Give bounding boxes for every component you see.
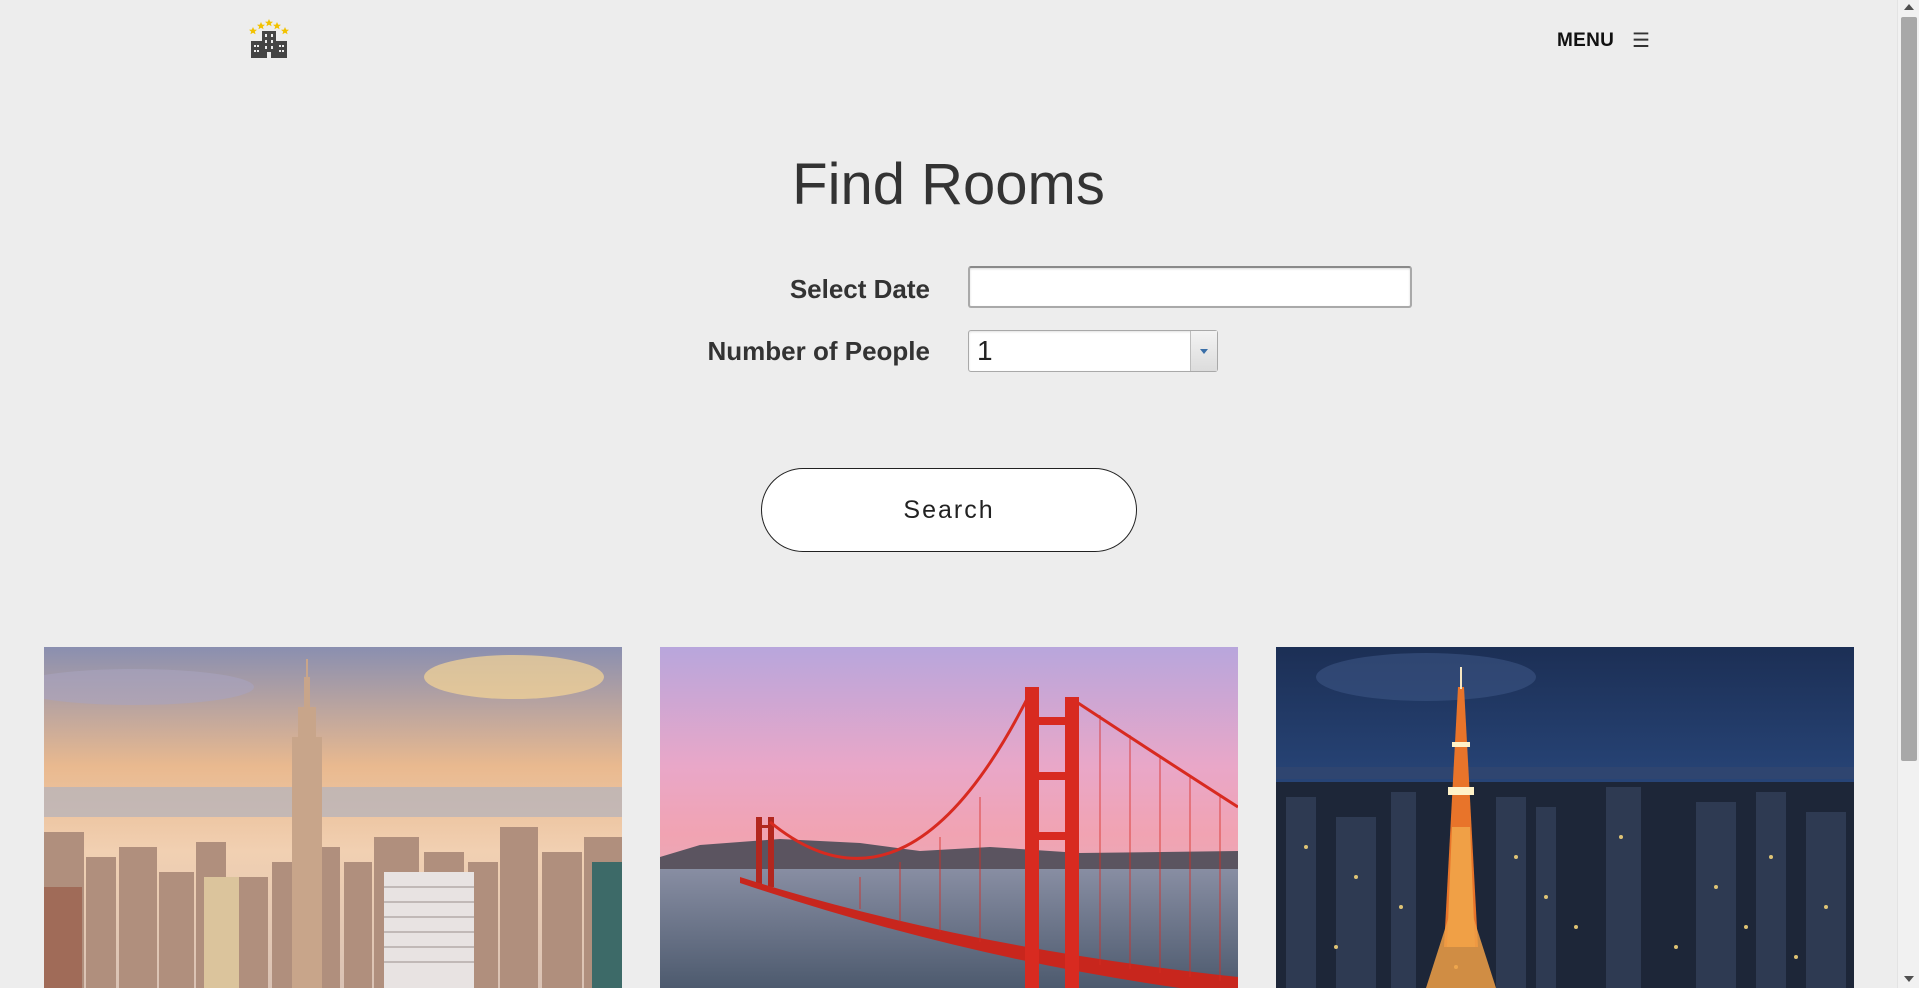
date-input[interactable]: [968, 266, 1412, 308]
destination-card-tokyo[interactable]: [1276, 647, 1854, 988]
new-york-skyline-image: [44, 647, 622, 988]
number-of-people-label: Number of People: [707, 336, 930, 366]
select-date-label: Select Date: [789, 274, 930, 304]
chevron-down-icon: [1200, 348, 1208, 354]
scroll-down-arrow-icon[interactable]: [1904, 976, 1914, 982]
destination-card-new-york[interactable]: [44, 647, 622, 988]
people-select-value: 1: [977, 335, 993, 366]
menu-label: MENU: [1557, 30, 1615, 51]
dropdown-arrow-button[interactable]: [1190, 331, 1217, 371]
hotel-logo-icon[interactable]: [248, 18, 290, 58]
vertical-scrollbar[interactable]: [1897, 0, 1919, 988]
menu-button[interactable]: MENU ☰: [1557, 30, 1650, 52]
page-title: Find Rooms: [792, 152, 1105, 217]
search-button[interactable]: Search: [761, 468, 1137, 552]
scroll-up-arrow-icon[interactable]: [1904, 4, 1914, 10]
scrollbar-thumb[interactable]: [1901, 17, 1917, 761]
page: MENU ☰ Find Rooms Select Date Number of …: [0, 0, 1919, 988]
golden-gate-bridge-image: [660, 647, 1238, 988]
people-select[interactable]: 1: [968, 330, 1218, 372]
hamburger-icon: ☰: [1632, 30, 1651, 52]
destination-card-san-francisco[interactable]: [660, 647, 1238, 988]
tokyo-tower-night-image: [1276, 647, 1854, 988]
